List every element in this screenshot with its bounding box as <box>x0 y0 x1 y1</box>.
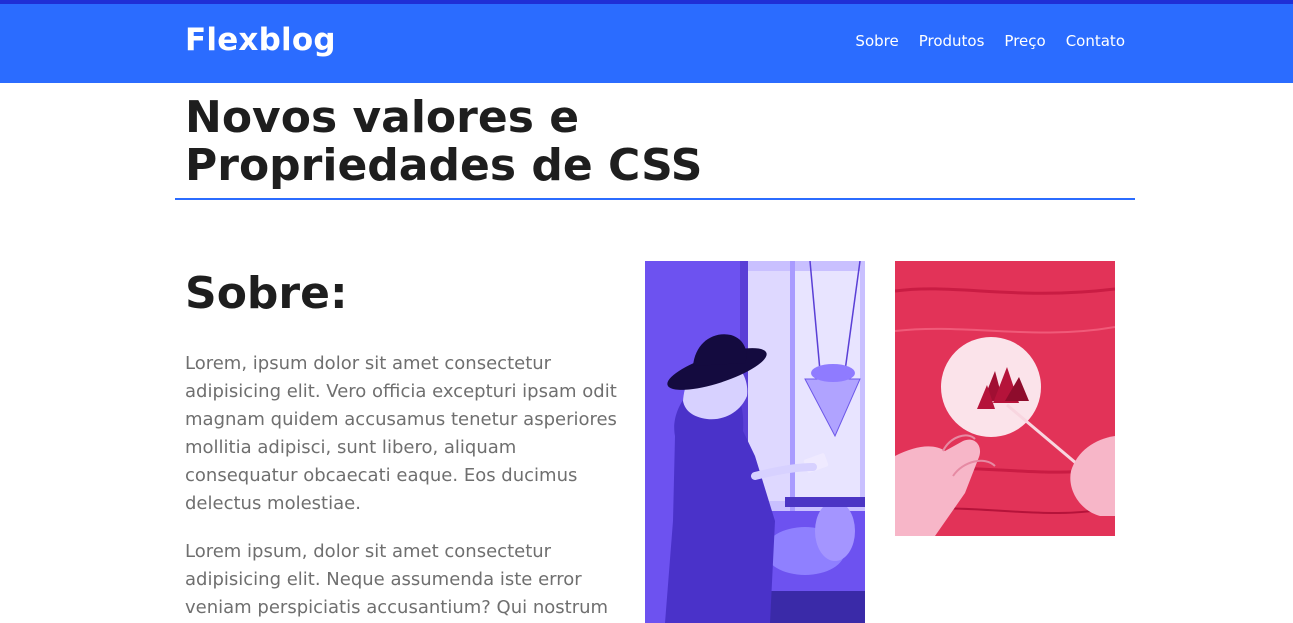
about-paragraph-2: Lorem ipsum, dolor sit amet consectetur … <box>185 541 609 618</box>
nav-link-produtos[interactable]: Produtos <box>919 32 985 50</box>
nav-link-sobre[interactable]: Sobre <box>855 32 898 50</box>
site-logo[interactable]: Flexblog <box>185 22 336 58</box>
page-title: Novos valores e Propriedades de CSS <box>185 92 703 191</box>
about-heading: Sobre: <box>185 268 348 319</box>
main-nav: Sobre Produtos Preço Contato <box>855 32 1125 50</box>
title-divider <box>175 198 1135 200</box>
photo-woman-window <box>645 261 865 623</box>
nav-link-preco[interactable]: Preço <box>1004 32 1045 50</box>
photo-painting-hands-illustration <box>895 261 1115 536</box>
site-header: Flexblog Sobre Produtos Preço Contato <box>0 4 1293 83</box>
about-paragraph-1: Lorem, ipsum dolor sit amet consectetur … <box>185 353 617 514</box>
photo-woman-window-illustration <box>645 261 865 623</box>
nav-link-contato[interactable]: Contato <box>1066 32 1125 50</box>
photo-painting-hands <box>895 261 1115 536</box>
